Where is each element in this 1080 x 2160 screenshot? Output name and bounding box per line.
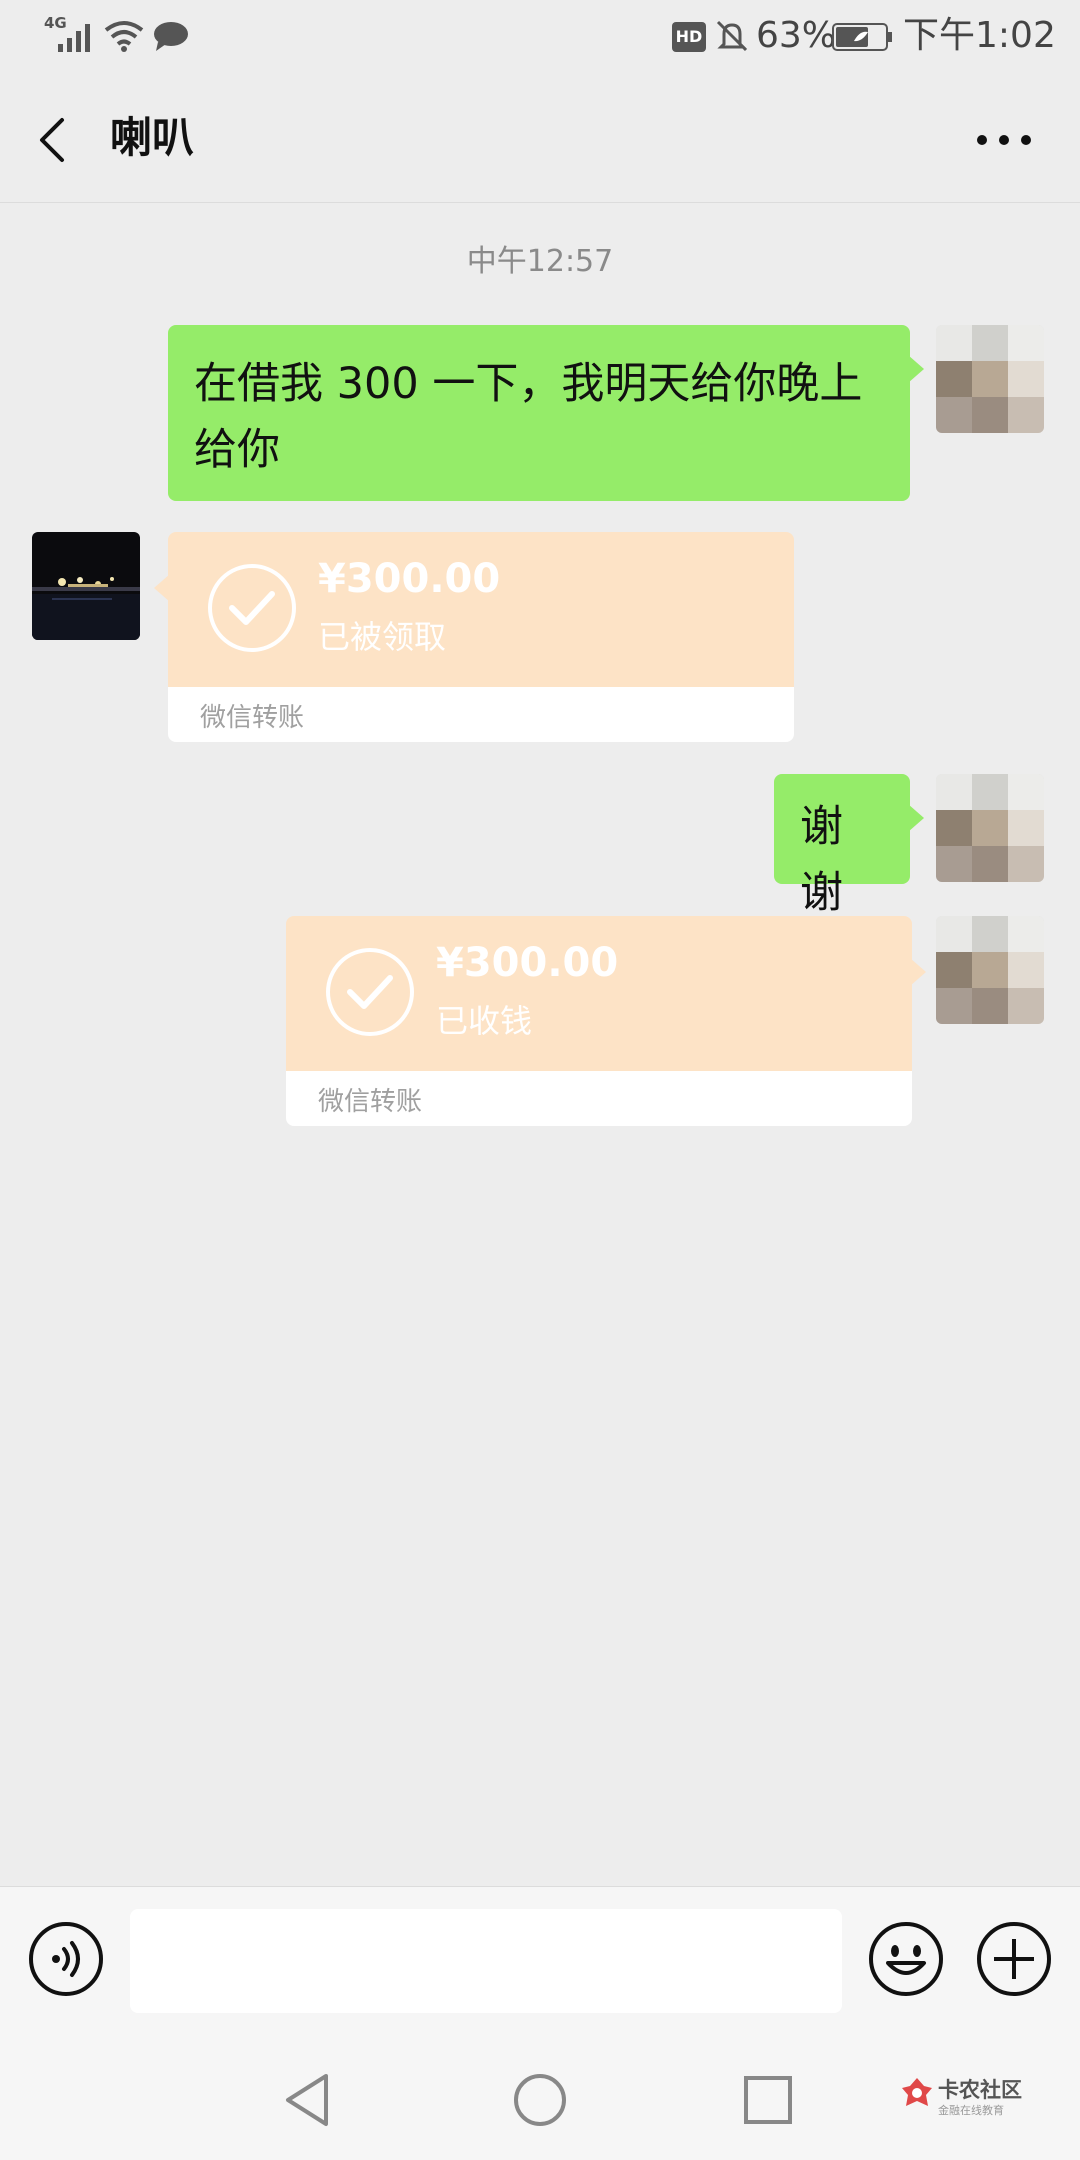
battery-percent: 63% xyxy=(756,15,837,56)
transfer-amount: ¥300.00 xyxy=(436,940,619,986)
message-text: 在借我 300 一下，我明天给你晚上给你 xyxy=(194,359,863,475)
self-avatar[interactable] xyxy=(936,916,1044,1024)
back-arrow-icon[interactable] xyxy=(34,116,70,164)
watermark-title: 卡农社区 xyxy=(938,2078,1022,2102)
transfer-card-footer: 微信转账 xyxy=(286,1071,912,1126)
back-triangle-icon[interactable] xyxy=(282,2072,332,2128)
transfer-status: 已被领取 xyxy=(318,618,447,656)
transfer-card-body: ¥300.00 已被领取 xyxy=(168,532,794,687)
check-circle-icon xyxy=(326,948,414,1036)
transfer-footer-label: 微信转账 xyxy=(318,1087,423,1117)
bell-muted-icon xyxy=(716,20,748,52)
signal-icon xyxy=(58,24,90,52)
status-bar: 4G HD 63% 下午1:02 xyxy=(0,0,1080,72)
check-circle-icon xyxy=(208,564,296,652)
transfer-card-footer: 微信转账 xyxy=(168,687,794,742)
message-icon xyxy=(154,22,188,51)
message-bubble-sent[interactable]: 在借我 300 一下，我明天给你晚上给你 xyxy=(168,325,924,501)
recents-square-icon[interactable] xyxy=(742,2074,794,2126)
wifi-icon xyxy=(104,21,144,52)
avatar-image xyxy=(936,916,1044,1024)
message-input[interactable] xyxy=(130,1909,842,2013)
transfer-card-sent[interactable]: ¥300.00 已收钱 微信转账 xyxy=(286,916,926,1126)
voice-icon[interactable] xyxy=(28,1921,104,1997)
message-text: 谢谢 xyxy=(800,802,843,918)
clock: 下午1:02 xyxy=(903,15,1056,56)
self-avatar[interactable] xyxy=(936,325,1044,433)
transfer-card-body: ¥300.00 已收钱 xyxy=(286,916,912,1071)
page-title: 喇叭 xyxy=(110,113,195,162)
avatar-image xyxy=(936,774,1044,882)
transfer-amount: ¥300.00 xyxy=(318,556,501,602)
home-circle-icon[interactable] xyxy=(512,2072,568,2128)
more-icon[interactable] xyxy=(976,128,1032,152)
watermark-subtitle: 金融在线教育 xyxy=(938,2104,1004,2117)
self-avatar[interactable] xyxy=(936,774,1044,882)
plus-circle-icon[interactable] xyxy=(976,1921,1052,1997)
hd-badge: HD xyxy=(672,22,706,52)
avatar-image xyxy=(936,325,1044,433)
emoji-icon[interactable] xyxy=(868,1921,944,1997)
transfer-card-received[interactable]: ¥300.00 已被领取 微信转账 xyxy=(154,532,794,742)
transfer-footer-label: 微信转账 xyxy=(200,703,305,733)
watermark-logo-icon xyxy=(902,2078,932,2106)
message-bubble-sent[interactable]: 谢谢 xyxy=(774,774,924,918)
contact-avatar[interactable] xyxy=(32,532,140,640)
chat-header: 喇叭 xyxy=(0,72,1080,203)
transfer-status: 已收钱 xyxy=(436,1002,533,1040)
time-separator: 中午12:57 xyxy=(466,244,614,279)
battery-icon xyxy=(832,23,892,51)
input-bar xyxy=(0,1886,1080,2031)
avatar-image xyxy=(32,532,140,640)
